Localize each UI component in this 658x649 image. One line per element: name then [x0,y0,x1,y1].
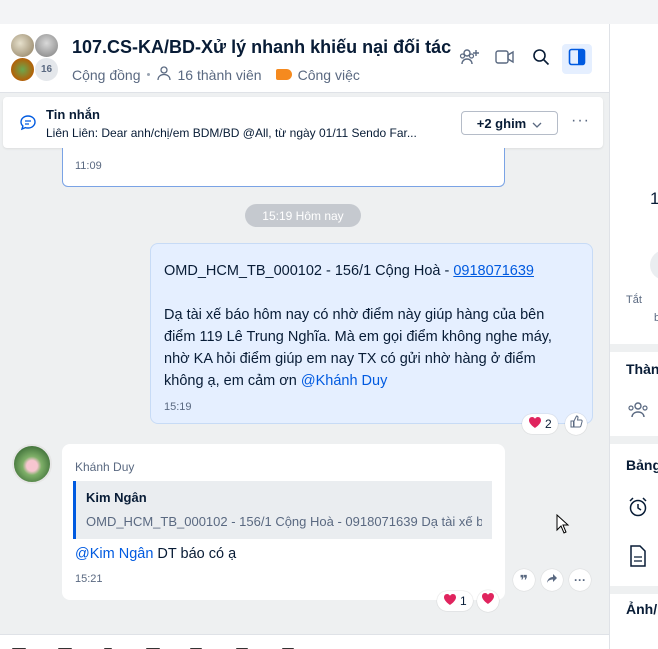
reaction-summary[interactable]: 2 [522,414,558,434]
group-title[interactable]: 107.CS-KA/BD-Xử lý nhanh khiếu nại đối t… [72,37,451,58]
members-heading[interactable]: Thàn [626,361,658,377]
date-divider: 15:19 Hôm nay [245,204,361,227]
more-options-button[interactable]: ··· [569,569,591,591]
react-button[interactable] [477,590,499,612]
board-heading[interactable]: Bảng [626,457,658,473]
toggle-info-panel-button[interactable] [562,44,592,74]
message-time: 15:19 [164,401,192,413]
member-avatar [10,57,35,82]
heart-icon [481,592,495,610]
composer-toolbar [0,634,609,649]
phone-link[interactable]: 0918071639 [453,263,534,279]
more-pins-label: +2 ghim [476,115,527,131]
reaction-count: 1 [460,594,467,608]
window-top-strip [0,0,658,24]
reaction-summary[interactable]: 1 [437,591,473,611]
heart-icon [443,593,457,609]
more-icon: ··· [574,573,586,587]
chevron-down-icon [532,116,542,131]
alarm-clock-icon [627,496,649,523]
member-avatar [10,33,35,58]
add-group-icon [459,47,481,72]
members-icon [626,401,650,424]
sender-avatar[interactable] [12,444,52,484]
quoted-text: OMD_HCM_TB_000102 - 156/1 Cộng Hoà - 091… [86,514,482,529]
quote-icon: ❞ [519,571,529,588]
video-icon [495,49,515,70]
video-call-button[interactable] [490,44,520,74]
share-icon [546,573,558,587]
panel-divider [610,436,658,444]
thumbs-up-icon [570,415,583,433]
panel-divider [610,586,658,594]
panel-divider [610,344,658,352]
message-body: Dạ tài xế báo hôm nay có nhờ điểm này gi… [164,304,579,392]
more-pins-button[interactable]: +2 ghim [461,111,558,135]
mention-link[interactable]: @Kim Ngân [75,546,153,562]
quoted-sender: Kim Ngân [86,490,147,505]
quoted-message[interactable]: Kim Ngân OMD_HCM_TB_000102 - 156/1 Cộng … [73,481,492,539]
pinned-heading: Tin nhắn [46,107,100,122]
mute-toggle[interactable] [650,250,658,280]
message-body-text: DT báo có ạ [153,546,237,562]
mention-link[interactable]: @Khánh Duy [301,373,387,389]
chat-header: 16 107.CS-KA/BD-Xử lý nhanh khiếu nại đố… [0,24,609,93]
note-icon [629,545,647,572]
previous-message[interactable]: 11:09 [62,148,505,187]
community-label: Cộng đồng [72,66,141,83]
react-button[interactable] [565,413,587,435]
outgoing-message[interactable]: OMD_HCM_TB_000102 - 156/1 Cộng Hoà - 091… [150,243,593,424]
message-line-1: OMD_HCM_TB_000102 - 156/1 Cộng Hoà - 091… [164,260,579,282]
incoming-message[interactable]: Khánh Duy Kim Ngân OMD_HCM_TB_000102 - 1… [62,444,505,600]
user-icon [156,65,172,84]
member-count-badge: 16 [34,57,59,82]
separator-dot [146,73,150,76]
mute-sublabel: b [654,312,658,324]
group-avatar[interactable]: 16 [10,33,62,85]
add-member-button[interactable] [455,44,485,74]
tag-icon [275,69,292,80]
pinned-preview: Liên Liên: Dear anh/chị/em BDM/BD @All, … [46,126,417,140]
member-avatar [34,33,59,58]
chat-bubble-icon [19,114,37,137]
group-subtitle: Cộng đồng 16 thành viên Công việc [72,65,360,84]
heart-icon [528,416,542,432]
sender-name[interactable]: Khánh Duy [75,460,134,474]
message-order-text: OMD_HCM_TB_000102 - 156/1 Cộng Hoà - [164,263,454,279]
conversation-info-panel: 1 Tắt b Thàn Bảng Ảnh/ [609,24,658,649]
message-time: 15:21 [75,573,103,585]
forward-button[interactable] [541,569,563,591]
sidebar-panel-icon [568,48,586,71]
reaction-count: 2 [545,417,552,431]
message-text: @Kim Ngân DT báo có ạ [75,546,236,562]
members-link[interactable]: 16 thành viên [178,67,262,83]
search-icon [532,48,550,71]
pinned-message-bar[interactable]: Tin nhắn Liên Liên: Dear anh/chị/em BDM/… [3,97,603,148]
work-tag-label[interactable]: Công việc [298,67,360,83]
mute-label: Tắt [626,294,642,306]
pinned-options-button[interactable]: ··· [571,112,590,130]
mouse-cursor-icon [556,513,570,539]
media-heading[interactable]: Ảnh/ [626,601,657,617]
quote-button[interactable]: ❞ [513,569,535,591]
search-button[interactable] [526,44,556,74]
message-time: 11:09 [75,160,102,172]
info-title: 1 [650,189,658,208]
